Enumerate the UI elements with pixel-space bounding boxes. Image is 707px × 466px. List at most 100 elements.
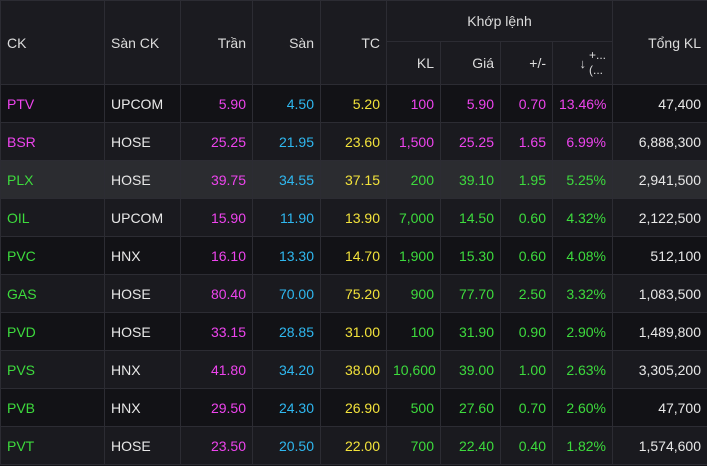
total-volume-cell: 6,888,300: [612, 122, 707, 161]
sort-descending-icon[interactable]: ↓: [580, 56, 587, 71]
col-header-change[interactable]: +/-: [500, 41, 553, 85]
col-header-change-percent[interactable]: ↓ +... (...: [551, 41, 614, 85]
ticker-cell[interactable]: OIL: [0, 198, 105, 237]
reference-price-cell: 31.00: [320, 312, 387, 351]
total-volume-cell: 47,400: [612, 84, 707, 123]
ceiling-price-cell: 29.50: [180, 388, 253, 427]
exchange-cell: HNX: [104, 388, 181, 427]
exchange-cell: UPCOM: [104, 198, 181, 237]
table-row[interactable]: PVS HNX 41.80 34.20 38.00 10,600 39.00 1.00 2.63…: [0, 350, 707, 389]
exchange-cell: HNX: [104, 350, 181, 389]
ticker-cell[interactable]: PVS: [0, 350, 105, 389]
col-header-floor[interactable]: Sàn: [252, 0, 321, 85]
total-volume-cell: 1,489,800: [612, 312, 707, 351]
reference-price-cell: 5.20: [320, 84, 387, 123]
change-percent-cell: 4.08%: [551, 236, 614, 275]
matched-volume-cell: 900: [386, 274, 441, 313]
ceiling-price-cell: 39.75: [180, 160, 253, 199]
ticker-cell[interactable]: PVC: [0, 236, 105, 275]
change-percent-cell: 2.63%: [551, 350, 614, 389]
change-cell: 0.70: [500, 388, 553, 427]
col-header-change-percent-line2: (...: [589, 63, 603, 77]
floor-price-cell: 21.95: [252, 122, 321, 161]
col-header-exchange[interactable]: Sàn CK: [104, 0, 181, 85]
matched-volume-cell: 200: [386, 160, 441, 199]
floor-price-cell: 4.50: [252, 84, 321, 123]
ceiling-price-cell: 15.90: [180, 198, 253, 237]
ticker-cell[interactable]: PTV: [0, 84, 105, 123]
ceiling-price-cell: 33.15: [180, 312, 253, 351]
matched-price-cell: 22.40: [440, 426, 501, 465]
matched-price-cell: 39.10: [440, 160, 501, 199]
table-row[interactable]: PTV UPCOM 5.90 4.50 5.20 100 5.90 0.70 13.46% 47,…: [0, 84, 707, 123]
total-volume-cell: 2,122,500: [612, 198, 707, 237]
change-cell: 1.00: [500, 350, 553, 389]
col-header-reference[interactable]: TC: [320, 0, 387, 85]
table-row[interactable]: OIL UPCOM 15.90 11.90 13.90 7,000 14.50 0.60 4.3…: [0, 198, 707, 237]
matched-price-cell: 15.30: [440, 236, 501, 275]
floor-price-cell: 70.00: [252, 274, 321, 313]
col-group-matched: Khớp lệnh: [385, 0, 614, 42]
exchange-cell: HOSE: [104, 274, 181, 313]
total-volume-cell: 512,100: [612, 236, 707, 275]
matched-price-cell: 25.25: [440, 122, 501, 161]
matched-volume-cell: 10,600: [386, 350, 441, 389]
price-board-table: CK Sàn CK Trần Sàn TC Khớp lệnh Tổng KL …: [0, 0, 707, 465]
exchange-cell: HOSE: [104, 122, 181, 161]
floor-price-cell: 24.30: [252, 388, 321, 427]
floor-price-cell: 28.85: [252, 312, 321, 351]
floor-price-cell: 20.50: [252, 426, 321, 465]
ceiling-price-cell: 80.40: [180, 274, 253, 313]
col-header-change-percent-line1: +...: [589, 48, 607, 62]
change-cell: 0.70: [500, 84, 553, 123]
matched-price-cell: 31.90: [440, 312, 501, 351]
change-cell: 1.95: [500, 160, 553, 199]
change-percent-cell: 1.82%: [551, 426, 614, 465]
change-cell: 0.40: [500, 426, 553, 465]
total-volume-cell: 47,700: [612, 388, 707, 427]
col-header-ck[interactable]: CK: [0, 0, 105, 85]
table-row[interactable]: BSR HOSE 25.25 21.95 23.60 1,500 25.25 1.65 6.99…: [0, 122, 707, 161]
reference-price-cell: 38.00: [320, 350, 387, 389]
ticker-cell[interactable]: BSR: [0, 122, 105, 161]
table-row[interactable]: PVT HOSE 23.50 20.50 22.00 700 22.40 0.40 1.82% 1…: [0, 426, 707, 465]
reference-price-cell: 14.70: [320, 236, 387, 275]
table-row[interactable]: PVC HNX 16.10 13.30 14.70 1,900 15.30 0.60 4.08%…: [0, 236, 707, 275]
col-header-total-volume[interactable]: Tổng KL: [612, 0, 707, 85]
change-percent-cell: 13.46%: [551, 84, 614, 123]
ceiling-price-cell: 23.50: [180, 426, 253, 465]
ticker-cell[interactable]: PLX: [0, 160, 105, 199]
ticker-cell[interactable]: PVB: [0, 388, 105, 427]
matched-volume-cell: 700: [386, 426, 441, 465]
floor-price-cell: 34.20: [252, 350, 321, 389]
col-header-ceiling[interactable]: Trần: [180, 0, 253, 85]
exchange-cell: UPCOM: [104, 84, 181, 123]
change-percent-cell: 2.60%: [551, 388, 614, 427]
matched-volume-cell: 100: [386, 312, 441, 351]
matched-price-cell: 39.00: [440, 350, 501, 389]
ceiling-price-cell: 5.90: [180, 84, 253, 123]
col-header-matched-price[interactable]: Giá: [440, 41, 501, 85]
floor-price-cell: 34.55: [252, 160, 321, 199]
reference-price-cell: 37.15: [320, 160, 387, 199]
change-percent-cell: 5.25%: [551, 160, 614, 199]
ticker-cell[interactable]: PVT: [0, 426, 105, 465]
ticker-cell[interactable]: GAS: [0, 274, 105, 313]
matched-volume-cell: 1,500: [386, 122, 441, 161]
total-volume-cell: 1,574,600: [612, 426, 707, 465]
change-cell: 0.60: [500, 198, 553, 237]
matched-price-cell: 5.90: [440, 84, 501, 123]
change-cell: 1.65: [500, 122, 553, 161]
ceiling-price-cell: 25.25: [180, 122, 253, 161]
reference-price-cell: 23.60: [320, 122, 387, 161]
ticker-cell[interactable]: PVD: [0, 312, 105, 351]
table-row[interactable]: PLX HOSE 39.75 34.55 37.15 200 39.10 1.95 5.25% 2…: [0, 160, 707, 199]
change-cell: 2.50: [500, 274, 553, 313]
exchange-cell: HOSE: [104, 312, 181, 351]
table-row[interactable]: PVB HNX 29.50 24.30 26.90 500 27.60 0.70 2.60% 47…: [0, 388, 707, 427]
col-header-matched-volume[interactable]: KL: [386, 41, 441, 85]
exchange-cell: HOSE: [104, 160, 181, 199]
table-row[interactable]: GAS HOSE 80.40 70.00 75.20 900 77.70 2.50 3.32% 1…: [0, 274, 707, 313]
table-row[interactable]: PVD HOSE 33.15 28.85 31.00 100 31.90 0.90 2.90% 1…: [0, 312, 707, 351]
reference-price-cell: 26.90: [320, 388, 387, 427]
